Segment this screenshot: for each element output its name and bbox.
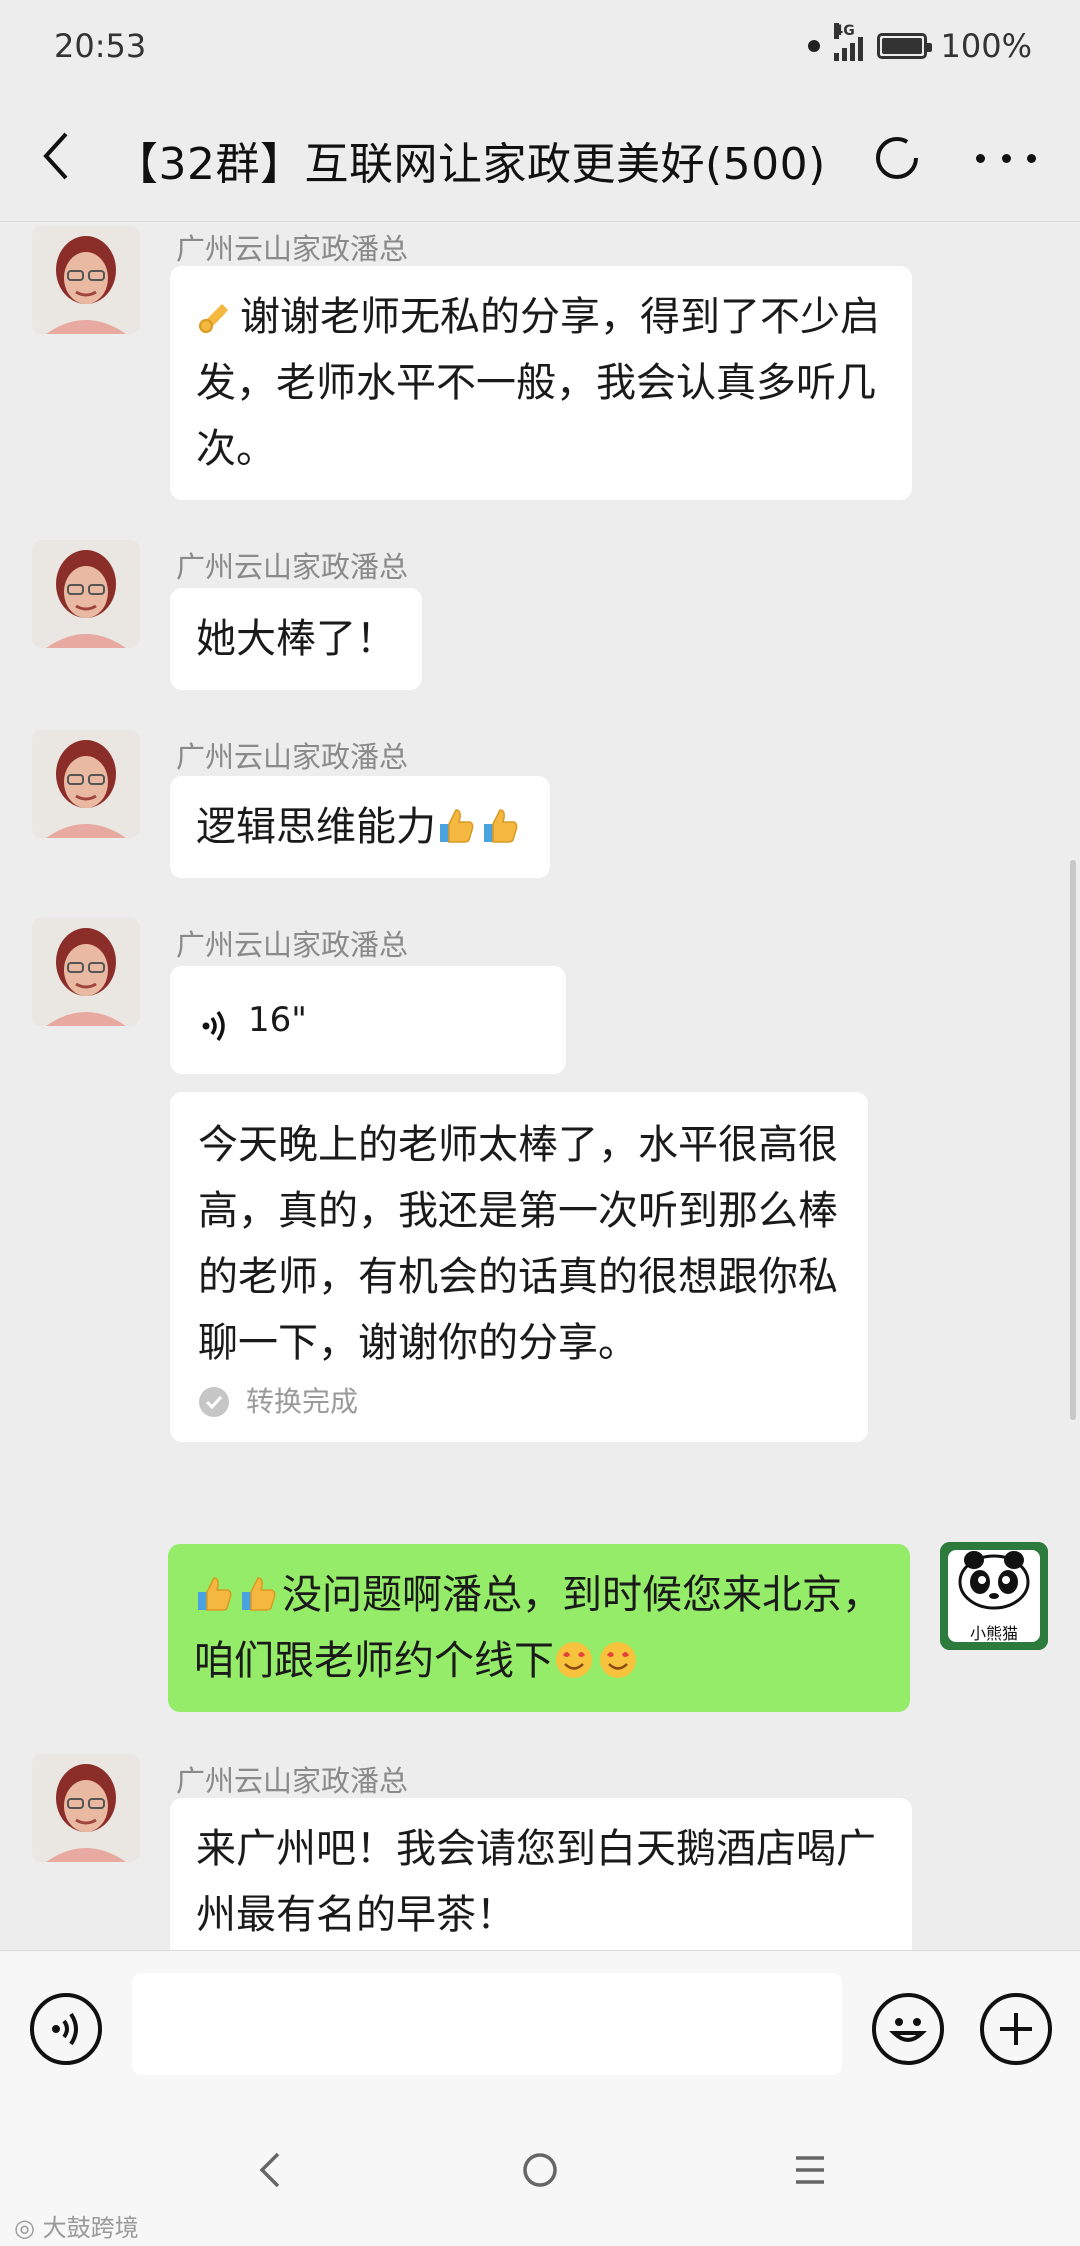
more-dots-icon — [976, 153, 985, 163]
emoji-button[interactable] — [872, 1993, 944, 2065]
message-bubble[interactable]: 来广州吧！我会请您到白天鹅酒店喝广州最有名的早茶！ — [170, 1798, 912, 1950]
thumbs-up-emoji-icon — [480, 800, 520, 843]
voice-input-icon — [52, 2012, 78, 2046]
back-arrow-icon — [43, 132, 68, 180]
thumbs-up-emoji-icon — [194, 1568, 234, 1611]
avatar[interactable] — [32, 1754, 140, 1862]
network-type: 4G — [833, 23, 855, 39]
system-nav-bar — [0, 2100, 1080, 2246]
battery-icon — [876, 33, 932, 59]
thumbs-up-emoji-icon — [436, 800, 476, 843]
status-bar: 20:53 4G 100% — [0, 0, 1080, 92]
self-avatar[interactable]: 小熊猫 — [940, 1542, 1048, 1650]
avatar[interactable] — [32, 918, 140, 1026]
voice-input-button[interactable] — [30, 1993, 102, 2065]
battery-percent: 100% — [940, 27, 1032, 65]
transcript-text: 今天晚上的老师太棒了，水平很高很高，真的，我还是第一次听到那么棒的老师，有机会的… — [198, 1122, 838, 1366]
nav-back-button[interactable] — [240, 2140, 300, 2200]
more-button[interactable] — [976, 128, 1036, 188]
voice-duration: 16" — [248, 1000, 307, 1040]
nav-home-icon — [523, 2153, 557, 2187]
message-bubble[interactable]: 谢谢老师无私的分享，得到了不少启发，老师水平不一般，我会认真多听几次。 — [170, 266, 912, 500]
loading-spinner-icon — [872, 128, 922, 188]
chat-header: 【32群】互联网让家政更美好(500) — [0, 92, 1080, 222]
check-circle-icon — [198, 1386, 230, 1418]
input-bar — [0, 1950, 1080, 2100]
heart-eyes-emoji-icon — [554, 1634, 594, 1678]
voice-wave-icon — [196, 1000, 236, 1042]
status-icons: 4G 100% — [807, 23, 1032, 65]
sender-name: 广州云山家政潘总 — [176, 740, 409, 774]
chat-title: 【32群】互联网让家政更美好(500) — [114, 139, 826, 190]
sender-name: 广州云山家政潘总 — [176, 550, 409, 584]
sender-name: 广州云山家政潘总 — [176, 232, 409, 266]
thumbs-up-emoji-icon — [238, 1568, 278, 1611]
avatar[interactable] — [32, 730, 140, 838]
ok-hand-emoji-icon — [196, 290, 236, 333]
sender-name: 广州云山家政潘总 — [176, 928, 409, 962]
message-bubble[interactable]: 她大棒了！ — [170, 588, 422, 690]
avatar[interactable] — [32, 226, 140, 334]
nav-back-icon — [259, 2152, 280, 2188]
plus-button[interactable] — [980, 1993, 1052, 2065]
nav-home-button[interactable] — [510, 2140, 570, 2200]
nav-menu-icon — [796, 2156, 824, 2184]
message-text: 没问题啊潘总，到时候您来北京，咱们跟老师约个线下 — [194, 1572, 882, 1684]
message-text: 来广州吧！我会请您到白天鹅酒店喝广州最有名的早茶！ — [196, 1826, 876, 1938]
transcript-bubble[interactable]: 今天晚上的老师太棒了，水平很高很高，真的，我还是第一次听到那么棒的老师，有机会的… — [170, 1092, 868, 1442]
plus-icon — [1000, 2013, 1032, 2045]
status-time: 20:53 — [54, 27, 147, 65]
notification-dot-icon — [807, 40, 820, 52]
watermark: ◎ 大鼓跨境 — [14, 2214, 139, 2242]
message-text: 她大棒了！ — [196, 616, 396, 662]
message-text: 逻辑思维能力 — [196, 804, 436, 850]
emoji-icon — [889, 2018, 927, 2042]
watermark-logo-icon: ◎ — [14, 2214, 43, 2242]
self-message-bubble[interactable]: 没问题啊潘总，到时候您来北京，咱们跟老师约个线下 — [168, 1544, 910, 1712]
chat-messages: 广州云山家政潘总 谢谢老师无私的分享，得到了不少启发，老师水平不一般，我会认真多… — [0, 222, 1080, 1950]
message-text: 谢谢老师无私的分享，得到了不少启发，老师水平不一般，我会认真多听几次。 — [196, 294, 880, 472]
back-button[interactable] — [36, 128, 86, 188]
sender-name: 广州云山家政潘总 — [176, 1764, 409, 1798]
voice-message-bubble[interactable]: 16" — [170, 966, 566, 1074]
avatar[interactable] — [32, 540, 140, 648]
heart-eyes-emoji-icon — [598, 1634, 638, 1678]
message-bubble[interactable]: 逻辑思维能力 — [170, 776, 550, 878]
transcript-status-row: 转换完成 — [198, 1382, 840, 1422]
scrollbar[interactable] — [1070, 860, 1076, 1420]
message-input[interactable] — [132, 1973, 842, 2075]
nav-menu-button[interactable] — [780, 2140, 840, 2200]
transcript-status: 转换完成 — [246, 1385, 359, 1418]
self-avatar-label: 小熊猫 — [969, 1624, 1018, 1643]
signal-icon: 4G — [833, 23, 863, 61]
